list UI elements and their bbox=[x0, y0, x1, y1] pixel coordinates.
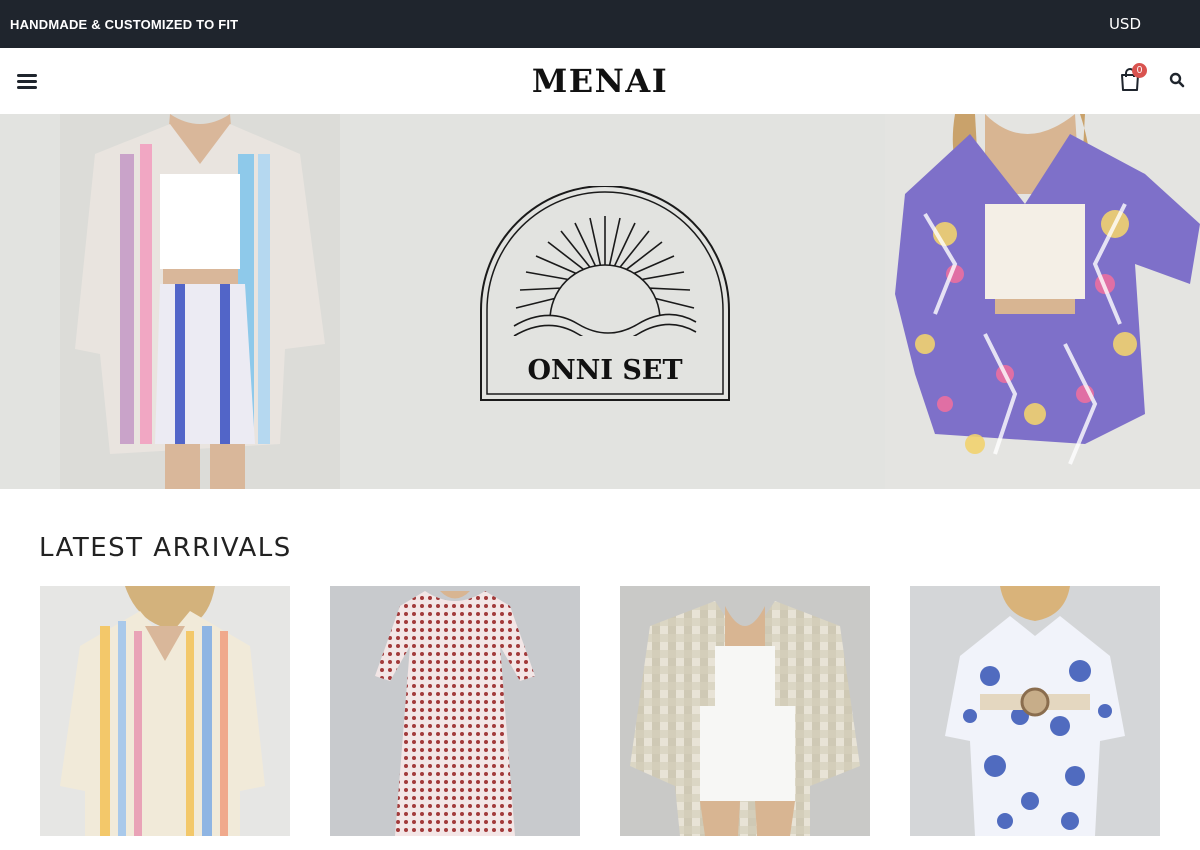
product-image bbox=[330, 586, 580, 836]
emblem-text: ONNI SET bbox=[527, 355, 682, 386]
product-card-3[interactable] bbox=[620, 586, 870, 836]
product-card-2[interactable] bbox=[330, 586, 580, 836]
product-image bbox=[910, 586, 1160, 836]
cart-count-badge: 0 bbox=[1132, 63, 1147, 78]
cart-button[interactable]: 0 bbox=[1119, 63, 1147, 94]
announcement-text: HANDMADE & CUSTOMIZED TO FIT bbox=[10, 16, 239, 32]
onni-set-emblem: ONNI SET bbox=[480, 186, 730, 401]
latest-arrivals-heading: LATEST ARRIVALS bbox=[39, 533, 292, 563]
search-icon bbox=[1169, 72, 1185, 88]
hero-model-image-right bbox=[885, 114, 1200, 489]
product-card-4[interactable] bbox=[910, 586, 1160, 836]
product-image bbox=[620, 586, 870, 836]
announcement-bar: HANDMADE & CUSTOMIZED TO FIT USD bbox=[0, 0, 1200, 48]
site-header: MENAI 0 bbox=[0, 48, 1200, 114]
product-card-1[interactable] bbox=[40, 586, 290, 836]
hero-model-image-left bbox=[60, 114, 340, 489]
currency-selector[interactable]: USD bbox=[1109, 15, 1141, 33]
hero-banner[interactable]: ONNI SET bbox=[0, 114, 1200, 489]
site-logo[interactable]: MENAI bbox=[0, 62, 1200, 100]
product-image bbox=[40, 586, 290, 836]
search-button[interactable] bbox=[1169, 72, 1185, 88]
